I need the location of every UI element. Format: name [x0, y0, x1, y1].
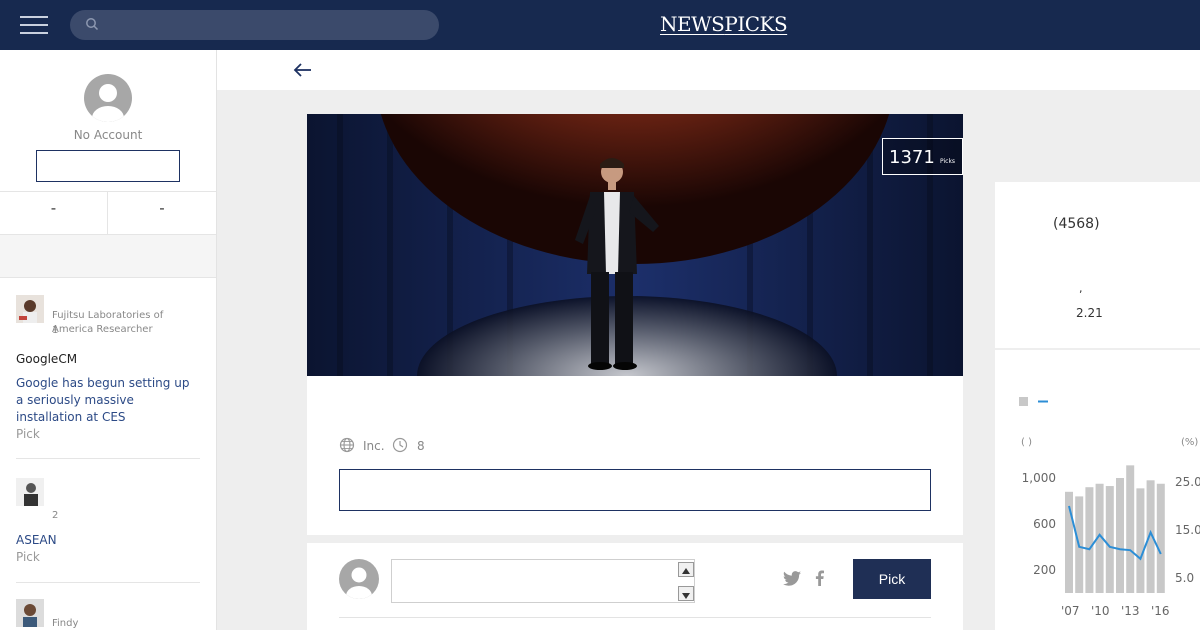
- picks-count: 1371: [889, 147, 935, 168]
- feed-divider: [16, 582, 200, 583]
- x-tick-label: '16: [1151, 604, 1170, 618]
- facebook-icon[interactable]: [815, 570, 824, 586]
- profile-avatar[interactable]: [84, 74, 132, 122]
- legend-bar-swatch: [1019, 397, 1028, 406]
- arrow-down-icon: [682, 593, 690, 599]
- bar-5: [1116, 478, 1124, 593]
- stock-code: (4568): [1053, 216, 1100, 232]
- commenter-avatar: [339, 559, 379, 599]
- comment-composer: Pick: [307, 543, 963, 630]
- feed-comment-title: GoogleCM: [16, 352, 78, 366]
- x-tick-label: '13: [1121, 604, 1140, 618]
- user-silhouette-icon: [92, 84, 124, 122]
- y-tick-label: 600: [1033, 517, 1056, 531]
- clock-icon: [392, 437, 408, 453]
- feed-item[interactable]: 2 ASEAN Pick: [16, 478, 200, 568]
- feed-pick-label[interactable]: Pick: [16, 427, 40, 441]
- feed-article-link[interactable]: Google has begun setting up a seriously …: [16, 375, 200, 426]
- following-count[interactable]: -: [0, 192, 108, 234]
- article-publisher[interactable]: Inc.: [363, 439, 385, 453]
- search-icon: [86, 18, 99, 31]
- bar-2: [1085, 487, 1094, 593]
- picks-label: Picks: [940, 158, 956, 165]
- feed-item[interactable]: Fujitsu Laboratories of America Research…: [16, 295, 200, 445]
- user-silhouette-icon: [346, 567, 372, 599]
- bar-9: [1156, 483, 1165, 593]
- stock-separator: ,: [1079, 282, 1083, 295]
- feed-user-title: Findy: [52, 618, 79, 629]
- financial-chart-card: ( ) (%) 1,000 600 200 25.0 15.0 5.0 '07 '10 '1…: [995, 350, 1200, 630]
- stage-photo: [307, 114, 963, 376]
- stock-info-card[interactable]: (4568) , 2.21: [995, 182, 1200, 348]
- comment-box: [391, 559, 695, 603]
- feed-article-link[interactable]: ASEAN: [16, 532, 200, 549]
- picks-count-badge: 1371 Picks: [882, 138, 963, 175]
- comment-divider: [339, 617, 931, 618]
- y-tick-label: 1,000: [1022, 471, 1056, 485]
- search-bar[interactable]: [70, 10, 439, 40]
- scroll-down-button[interactable]: [678, 586, 694, 601]
- login-button[interactable]: [36, 150, 180, 182]
- right-axis-unit: (%): [1181, 437, 1198, 448]
- feed-pick-label[interactable]: Pick: [16, 550, 40, 564]
- menu-icon[interactable]: [20, 14, 48, 36]
- logo-picks: PICKS: [724, 12, 788, 36]
- feed-user-avatar[interactable]: [16, 478, 44, 506]
- follow-stats: - -: [0, 191, 216, 235]
- feed-meta-count: 1: [52, 325, 59, 336]
- feed-user-title: Fujitsu Laboratories of America Research…: [52, 310, 164, 335]
- feed-user-avatar[interactable]: [16, 295, 44, 323]
- account-status-label: No Account: [73, 128, 143, 142]
- y2-tick-label: 15.0: [1175, 523, 1200, 537]
- feed-user-avatar[interactable]: [16, 599, 44, 627]
- sidebar-section-header: [0, 235, 216, 278]
- bar-7: [1136, 488, 1145, 593]
- read-article-button[interactable]: [339, 469, 931, 511]
- twitter-icon[interactable]: [783, 571, 801, 586]
- feed-user-meta: Fujitsu Laboratories of America Research…: [52, 309, 202, 337]
- left-sidebar: No Account - - Fujitsu Laboratories of A…: [0, 50, 217, 630]
- revenue-chart: ( ) (%) 1,000 600 200 25.0 15.0 5.0 '07 '10 '1…: [1019, 397, 1200, 618]
- feed-divider: [16, 458, 200, 459]
- logo-news: NEWS: [660, 12, 725, 36]
- left-axis-unit: ( ): [1021, 437, 1032, 448]
- stock-value: 2.21: [1076, 306, 1103, 320]
- y2-tick-label: 25.0: [1175, 475, 1200, 489]
- followers-count[interactable]: -: [108, 192, 216, 234]
- article-hero-image[interactable]: 1371 Picks: [307, 114, 963, 376]
- feed-user-meta: Findy: [52, 617, 202, 630]
- y2-tick-label: 5.0: [1175, 571, 1194, 585]
- bar-4: [1105, 486, 1114, 593]
- back-arrow-icon[interactable]: [293, 60, 313, 80]
- search-input[interactable]: [106, 10, 426, 40]
- bar-6: [1126, 465, 1135, 593]
- comment-input[interactable]: [392, 560, 676, 602]
- newspicks-logo[interactable]: NEWSPICKS: [660, 12, 788, 36]
- x-tick-label: '10: [1091, 604, 1110, 618]
- x-tick-label: '07: [1061, 604, 1080, 618]
- article-time: 8: [417, 439, 425, 453]
- back-navigation-bar: [217, 50, 1200, 90]
- arrow-up-icon: [682, 568, 690, 574]
- feed-meta-count: 2: [52, 510, 59, 521]
- y-tick-label: 200: [1033, 563, 1056, 577]
- article-card: 1371 Picks Inc. 8: [307, 114, 963, 535]
- globe-icon: [339, 437, 355, 453]
- scroll-up-button[interactable]: [678, 562, 694, 577]
- pick-button[interactable]: Pick: [853, 559, 931, 599]
- feed-item[interactable]: Findy: [16, 599, 200, 630]
- top-navigation-bar: NEWSPICKS: [0, 0, 1200, 50]
